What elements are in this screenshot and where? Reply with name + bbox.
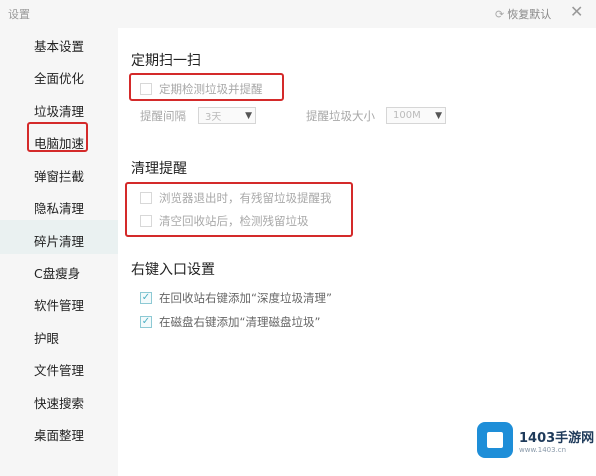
- sidebar-item-eye-care[interactable]: 护眼: [34, 329, 59, 349]
- restore-defaults-label: 恢复默认: [507, 8, 552, 21]
- disk-context-checkbox[interactable]: ✓: [140, 316, 152, 328]
- sidebar-item-c-drive-slim[interactable]: C盘瘦身: [34, 264, 80, 284]
- browser-exit-label: 浏览器退出时，有残留垃圾提醒我: [159, 191, 332, 205]
- sidebar-item-desktop-organize[interactable]: 桌面整理: [34, 426, 84, 446]
- reminder-section-title: 清理提醒: [131, 161, 187, 177]
- sidebar-item-full-optimize[interactable]: 全面优化: [34, 69, 84, 89]
- context-menu-section-title: 右键入口设置: [131, 262, 215, 278]
- sidebar-item-popup-block[interactable]: 弹窗拦截: [34, 167, 84, 187]
- chevron-down-icon: ▼: [245, 110, 252, 121]
- site-watermark: 1403手游网 www.1403.cn: [477, 419, 595, 461]
- sidebar-item-pc-speedup[interactable]: 电脑加速: [34, 134, 84, 154]
- cube-logo-icon: [477, 422, 513, 458]
- sidebar-item-software-manager[interactable]: 软件管理: [34, 296, 84, 316]
- interval-label: 提醒间隔: [140, 109, 186, 123]
- chevron-down-icon: ▼: [435, 110, 442, 121]
- sidebar-item-quick-search[interactable]: 快速搜索: [34, 394, 84, 414]
- sidebar-item-defrag[interactable]: 碎片清理: [34, 232, 84, 252]
- settings-panel: 定期扫一扫 定期检测垃圾并提醒 提醒间隔 3天 ▼ 提醒垃圾大小 100M ▼ …: [118, 28, 596, 476]
- recycle-context-checkbox[interactable]: ✓: [140, 292, 152, 304]
- scan-section-title: 定期扫一扫: [131, 53, 201, 69]
- recycle-bin-option[interactable]: 清空回收站后，检测残留垃圾: [140, 213, 309, 229]
- sidebar-item-junk-clean[interactable]: 垃圾清理: [34, 102, 84, 122]
- interval-value: 3天: [205, 112, 222, 123]
- periodic-scan-option[interactable]: 定期检测垃圾并提醒: [140, 81, 263, 97]
- periodic-scan-label: 定期检测垃圾并提醒: [159, 82, 263, 96]
- interval-select[interactable]: 3天 ▼: [198, 107, 256, 124]
- sidebar: 基本设置 全面优化 垃圾清理 电脑加速 弹窗拦截 隐私清理 碎片清理 C盘瘦身 …: [0, 28, 118, 476]
- junk-size-value: 100M: [393, 110, 421, 121]
- recycle-bin-label: 清空回收站后，检测残留垃圾: [159, 214, 309, 228]
- title-bar: 设置 ⟳ 恢复默认 ✕: [0, 0, 596, 28]
- close-icon[interactable]: ✕: [570, 3, 583, 21]
- watermark-url: www.1403.cn: [519, 445, 567, 454]
- restore-defaults-button[interactable]: ⟳ 恢复默认: [495, 6, 551, 22]
- sidebar-item-privacy-clean[interactable]: 隐私清理: [34, 199, 84, 219]
- watermark-name: 1403手游网: [519, 430, 595, 446]
- browser-exit-checkbox[interactable]: [140, 192, 152, 204]
- sidebar-item-file-manager[interactable]: 文件管理: [34, 361, 84, 381]
- window-title: 设置: [8, 8, 30, 21]
- recycle-context-label: 在回收站右键添加“深度垃圾清理”: [159, 291, 332, 305]
- junk-size-label: 提醒垃圾大小: [306, 109, 375, 123]
- browser-exit-option[interactable]: 浏览器退出时，有残留垃圾提醒我: [140, 190, 332, 206]
- junk-size-select[interactable]: 100M ▼: [386, 107, 446, 124]
- sidebar-item-basic-settings[interactable]: 基本设置: [34, 37, 84, 57]
- recycle-context-option[interactable]: ✓ 在回收站右键添加“深度垃圾清理”: [140, 290, 332, 306]
- periodic-scan-checkbox[interactable]: [140, 83, 152, 95]
- recycle-bin-checkbox[interactable]: [140, 215, 152, 227]
- disk-context-label: 在磁盘右键添加“清理磁盘垃圾”: [159, 315, 321, 329]
- disk-context-option[interactable]: ✓ 在磁盘右键添加“清理磁盘垃圾”: [140, 314, 320, 330]
- refresh-icon: ⟳: [495, 7, 505, 21]
